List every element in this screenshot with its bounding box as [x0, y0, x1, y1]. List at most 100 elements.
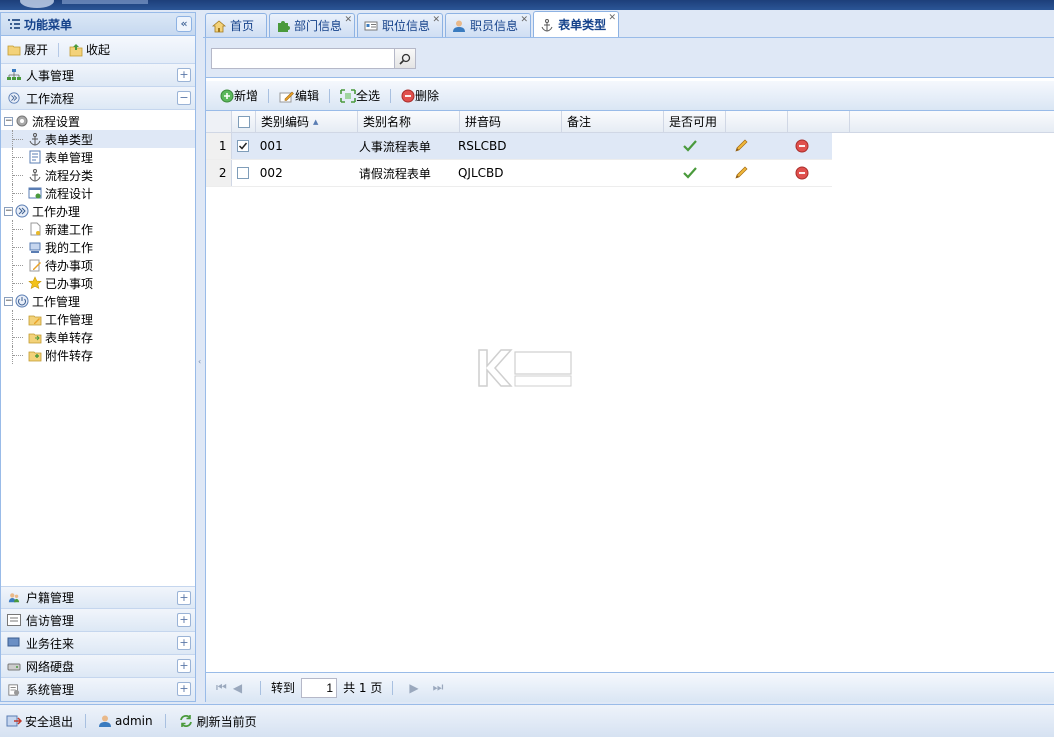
cell-category-name: 请假流程表单 [358, 166, 431, 181]
row-edit-button[interactable] [712, 160, 772, 186]
close-tab-icon[interactable]: ✕ [344, 15, 352, 25]
tab-form-type[interactable]: 表单类型 ✕ [533, 11, 620, 37]
tree-node-form-type[interactable]: 表单类型 [1, 130, 195, 148]
close-tab-icon[interactable]: ✕ [521, 15, 529, 25]
accordion-workflow[interactable]: 工作流程 − [1, 87, 195, 110]
first-page-icon[interactable]: ⏮ [216, 680, 227, 695]
folder-up-icon [69, 43, 83, 56]
expand-toggle[interactable]: + [177, 682, 191, 696]
select-all-button[interactable]: 全选 [336, 85, 384, 107]
tree-toolbar: 展开 收起 [1, 36, 195, 64]
status-bar: 安全退出 admin 刷新当前页 [0, 704, 1054, 737]
total-pages-label: 共 1 页 [343, 681, 383, 695]
pagination-bar: ⏮ ◀ 转到 共 1 页 ▶ ⏭ [206, 672, 1054, 702]
select-all-checkbox[interactable] [232, 111, 256, 132]
tree-collapse-toggle[interactable]: − [4, 116, 13, 126]
refresh-page-button[interactable]: 刷新当前页 [178, 713, 257, 730]
close-tab-icon[interactable]: ✕ [433, 15, 441, 25]
accordion-hr-management[interactable]: 人事管理 + [1, 64, 195, 87]
cell-category-code: 001 [259, 139, 283, 153]
collapse-all-button[interactable]: 收起 [69, 41, 110, 58]
tree-node-pending-items[interactable]: 待办事项 [4, 256, 195, 274]
tree-node-process-settings[interactable]: − 流程设置 [4, 112, 195, 130]
page-number-input[interactable] [301, 677, 338, 698]
column-header-pinyin-code[interactable]: 拼音码 [460, 111, 562, 132]
tree-node-process-design[interactable]: 流程设计 [4, 184, 195, 202]
folder-edit-icon [28, 315, 42, 326]
accordion-household-registry[interactable]: 户籍管理 + [1, 586, 195, 609]
panel-splitter[interactable]: ‹ [197, 12, 203, 702]
expand-toggle[interactable]: + [177, 659, 191, 673]
tree-node-done-items[interactable]: 已办事项 [4, 274, 195, 292]
users-icon [8, 592, 20, 602]
close-tab-icon[interactable]: ✕ [609, 13, 617, 23]
column-header-enabled[interactable]: 是否可用 [664, 111, 726, 132]
row-number: 1 [206, 133, 232, 159]
column-header-remark[interactable]: 备注 [562, 111, 664, 132]
tree-node-work-admin[interactable]: 工作管理 [4, 310, 195, 328]
row-checkbox[interactable] [232, 133, 255, 159]
hard-disk-icon [7, 663, 21, 671]
tab-home[interactable]: 首页 [205, 13, 268, 37]
delete-button[interactable]: 删除 [397, 85, 443, 107]
tree-node-form-management[interactable]: 表单管理 [4, 148, 195, 166]
tree-collapse-toggle[interactable]: − [4, 296, 13, 306]
expand-toggle[interactable]: + [177, 613, 191, 627]
logout-button[interactable]: 安全退出 [6, 713, 73, 730]
search-button[interactable] [395, 48, 416, 69]
table-row[interactable]: 1 001 人事流程表单 RSLCBD [206, 133, 832, 160]
tree-node-work-management[interactable]: − 工作管理 [4, 292, 195, 310]
checkbox-checked[interactable] [237, 140, 250, 152]
tree-node-process-category[interactable]: 流程分类 [4, 166, 195, 184]
puzzle-icon [278, 20, 291, 32]
collapse-panel-button[interactable]: « [176, 16, 192, 32]
home-icon [212, 19, 226, 32]
accordion-business-contacts[interactable]: 业务往来 + [1, 632, 195, 655]
tree-node-form-transfer[interactable]: 表单转存 [4, 328, 195, 346]
checkbox-unchecked[interactable] [237, 167, 250, 179]
tree-node-work-handling[interactable]: − 工作办理 [4, 202, 195, 220]
tree-node-attachment-transfer[interactable]: 附件转存 [4, 346, 195, 364]
org-chart-icon [7, 69, 21, 80]
accordion-petition-management[interactable]: 信访管理 + [1, 609, 195, 632]
table-row[interactable]: 2 002 请假流程表单 QJLCBD [206, 160, 832, 187]
tab-staff-info[interactable]: 职员信息 ✕ [445, 13, 532, 37]
toolbar-separator [392, 680, 394, 695]
row-edit-button[interactable] [712, 133, 772, 159]
column-header-category-name[interactable]: 类别名称 [358, 111, 460, 132]
tab-position-info[interactable]: 职位信息 ✕ [357, 13, 444, 37]
search-input[interactable] [211, 48, 395, 69]
collapse-toggle[interactable]: − [177, 91, 191, 105]
add-button[interactable]: 新增 [216, 85, 262, 107]
edit-button[interactable]: 编辑 [275, 85, 323, 107]
expand-toggle[interactable]: + [177, 68, 191, 82]
expand-toggle[interactable]: + [177, 591, 191, 605]
last-page-icon[interactable]: ⏭ [433, 680, 444, 695]
select-all-icon [340, 88, 356, 103]
check-mark-icon [239, 142, 248, 150]
toolbar-separator [85, 714, 87, 728]
expand-toggle[interactable]: + [177, 636, 191, 650]
toolbar-separator [58, 42, 60, 57]
row-delete-button[interactable] [772, 160, 832, 186]
splitter-arrow-icon[interactable]: ‹ [198, 357, 201, 369]
row-checkbox[interactable] [232, 160, 255, 186]
new-document-icon [30, 222, 41, 236]
accordion-network-disk[interactable]: 网络硬盘 + [1, 655, 195, 678]
column-header-delete [788, 111, 850, 132]
tree-node-new-work[interactable]: 新建工作 [4, 220, 195, 238]
tab-department-info[interactable]: 部门信息 ✕ [269, 13, 356, 37]
tree-node-my-work[interactable]: 我的工作 [4, 238, 195, 256]
prev-page-icon[interactable]: ◀ [233, 681, 242, 695]
column-header-category-code[interactable]: 类别编码 ▲ [256, 111, 358, 132]
row-delete-button[interactable] [772, 133, 832, 159]
bottom-accordion-list: 户籍管理 + 信访管理 + 业务往来 + 网络硬盘 + 系统管理 + [1, 586, 195, 701]
delete-circle-icon [795, 139, 809, 153]
expand-all-button[interactable]: 展开 [7, 41, 48, 58]
current-user[interactable]: admin [98, 714, 153, 728]
app-header-bar [0, 0, 1054, 10]
next-page-icon[interactable]: ▶ [409, 681, 418, 695]
workflow-tree: − 流程设置 表单类型 表单管理 流程分类 流程设计 − 工作办理 新建工作 我… [1, 110, 195, 580]
accordion-system-management[interactable]: 系统管理 + [1, 678, 195, 701]
tree-collapse-toggle[interactable]: − [4, 206, 13, 216]
